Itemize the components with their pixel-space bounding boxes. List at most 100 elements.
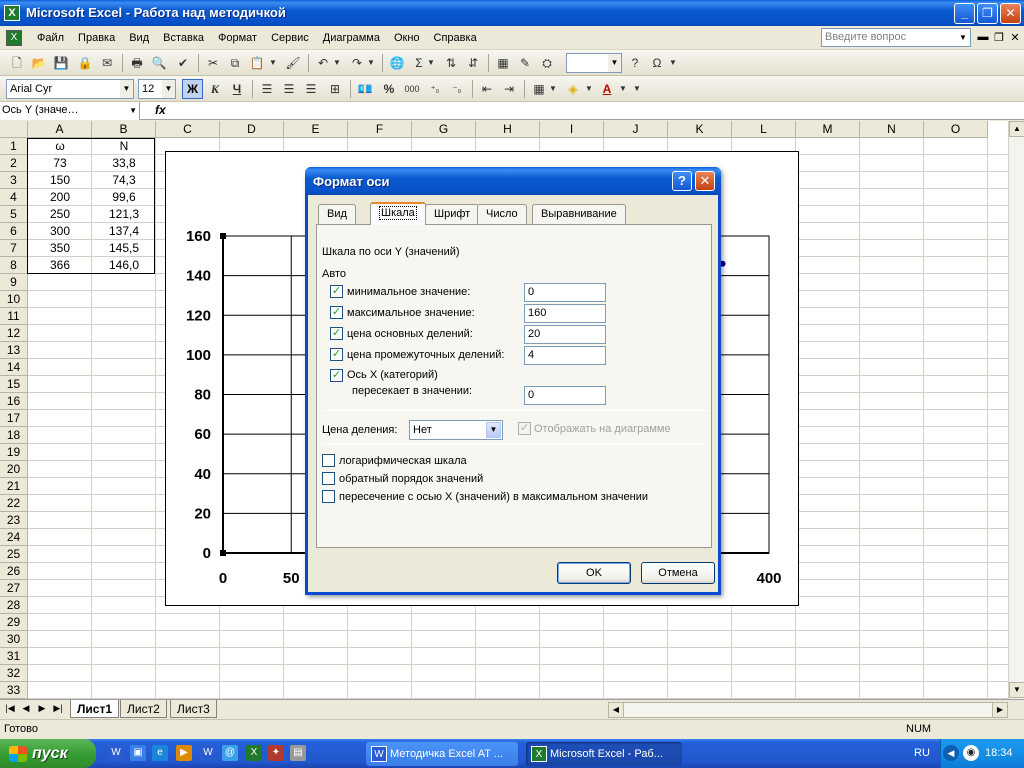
chevron-down-icon[interactable]: ▼: [129, 102, 137, 119]
scroll-up-icon[interactable]: ▲: [1009, 121, 1024, 137]
row-header[interactable]: 20: [0, 461, 28, 478]
map-icon[interactable]: ⛭: [538, 54, 556, 72]
table-cell[interactable]: 145,5: [92, 240, 156, 257]
row-header[interactable]: 30: [0, 631, 28, 648]
thousands-button[interactable]: 000: [402, 80, 422, 98]
minimize-button[interactable]: _: [954, 3, 975, 24]
column-header[interactable]: C: [156, 121, 220, 138]
email-icon[interactable]: ✉: [98, 54, 116, 72]
italic-button[interactable]: К: [206, 80, 224, 98]
borders-icon[interactable]: ▦: [530, 80, 548, 98]
column-header[interactable]: E: [284, 121, 348, 138]
last-sheet-icon[interactable]: ▶|: [52, 703, 64, 714]
row-header[interactable]: 25: [0, 546, 28, 563]
max-value-input[interactable]: 160: [524, 304, 606, 323]
table-cell[interactable]: 300: [28, 223, 92, 240]
row-header[interactable]: 21: [0, 478, 28, 495]
spelling-icon[interactable]: ✔: [174, 54, 192, 72]
scroll-down-icon[interactable]: ▼: [1009, 682, 1024, 698]
save-icon[interactable]: 💾: [52, 54, 70, 72]
undo-icon[interactable]: ↶: [314, 54, 332, 72]
excel-quicklaunch-icon[interactable]: X: [246, 745, 262, 761]
sheet-tab-3[interactable]: Лист3: [170, 700, 217, 718]
clock[interactable]: 18:34: [985, 747, 1013, 759]
table-cell[interactable]: 33,8: [92, 155, 156, 172]
row-header[interactable]: 3: [0, 172, 28, 189]
log-scale-checkbox[interactable]: [322, 454, 335, 467]
column-header[interactable]: D: [220, 121, 284, 138]
tab-patterns[interactable]: Вид: [318, 204, 356, 224]
table-cell[interactable]: 121,3: [92, 206, 156, 223]
media-player-icon[interactable]: ▶: [176, 745, 192, 761]
restore-button[interactable]: ❐: [977, 3, 998, 24]
font-color-chevron-icon[interactable]: ▼: [618, 80, 628, 98]
table-cell[interactable]: 250: [28, 206, 92, 223]
menu-file[interactable]: Файл: [30, 26, 71, 50]
table-cell[interactable]: 366: [28, 257, 92, 274]
table-cell[interactable]: 150: [28, 172, 92, 189]
ie-icon[interactable]: e: [152, 745, 168, 761]
permission-icon[interactable]: 🔒: [76, 54, 94, 72]
row-header[interactable]: 15: [0, 376, 28, 393]
max-auto-checkbox[interactable]: ✓: [330, 306, 343, 319]
doc-restore-icon[interactable]: ❐: [992, 31, 1006, 44]
table-cell[interactable]: N: [92, 138, 156, 155]
column-header[interactable]: M: [796, 121, 860, 138]
table-cell[interactable]: 200: [28, 189, 92, 206]
tray-expand-icon[interactable]: ◀: [943, 745, 959, 761]
dialog-close-button[interactable]: ✕: [695, 171, 715, 191]
menu-help[interactable]: Справка: [427, 26, 484, 50]
row-header[interactable]: 22: [0, 495, 28, 512]
new-file-icon[interactable]: 🗋: [8, 54, 26, 72]
menu-tools[interactable]: Сервис: [264, 26, 316, 50]
table-cell[interactable]: ω: [28, 138, 92, 155]
tab-scale[interactable]: Шкала: [370, 202, 426, 225]
cancel-button[interactable]: Отмена: [641, 562, 715, 584]
row-header[interactable]: 10: [0, 291, 28, 308]
table-cell[interactable]: 74,3: [92, 172, 156, 189]
row-header[interactable]: 6: [0, 223, 28, 240]
bold-button[interactable]: Ж: [182, 79, 203, 99]
row-header[interactable]: 23: [0, 512, 28, 529]
crosses-at-input[interactable]: 0: [524, 386, 606, 405]
percent-button[interactable]: %: [380, 80, 398, 98]
close-button[interactable]: ✕: [1000, 3, 1021, 24]
workbook-icon[interactable]: X: [6, 30, 22, 46]
row-header[interactable]: 4: [0, 189, 28, 206]
tab-font[interactable]: Шрифт: [425, 204, 480, 224]
row-header[interactable]: 13: [0, 342, 28, 359]
redo-chevron-icon[interactable]: ▼: [366, 54, 376, 72]
font-name-combo[interactable]: Arial Cyr ▼: [6, 79, 134, 99]
excel-app-icon[interactable]: X: [4, 5, 20, 21]
task-excel[interactable]: X Microsoft Excel - Раб...: [526, 742, 682, 766]
row-header[interactable]: 11: [0, 308, 28, 325]
prev-sheet-icon[interactable]: ◀: [20, 703, 32, 714]
toolbar-options-icon[interactable]: ▼: [668, 54, 678, 72]
reverse-order-checkbox[interactable]: [322, 472, 335, 485]
insert-function-icon[interactable]: fx: [155, 102, 166, 119]
font-size-combo[interactable]: 12 ▼: [138, 79, 176, 99]
chevron-down-icon[interactable]: ▼: [486, 422, 501, 438]
row-header[interactable]: 24: [0, 529, 28, 546]
column-header[interactable]: A: [28, 121, 92, 138]
row-header[interactable]: 5: [0, 206, 28, 223]
row-header[interactable]: 17: [0, 410, 28, 427]
row-header[interactable]: 26: [0, 563, 28, 580]
min-value-input[interactable]: 0: [524, 283, 606, 302]
scroll-left-icon[interactable]: ◀: [608, 702, 624, 718]
row-header[interactable]: 9: [0, 274, 28, 291]
row-header[interactable]: 32: [0, 665, 28, 682]
row-header[interactable]: 18: [0, 427, 28, 444]
horizontal-scrollbar[interactable]: ◀ ▶: [608, 702, 1008, 718]
fill-color-icon[interactable]: ◈: [564, 80, 582, 98]
row-header[interactable]: 2: [0, 155, 28, 172]
office-assistant-icon[interactable]: Ω: [648, 54, 666, 72]
tab-number[interactable]: Число: [477, 204, 527, 224]
paste-chevron-icon[interactable]: ▼: [268, 54, 278, 72]
sort-asc-icon[interactable]: ⇅: [442, 54, 460, 72]
dialog-help-button[interactable]: ?: [672, 171, 692, 191]
task-word-document[interactable]: W Методичка Excel AT ...: [366, 742, 518, 766]
column-header[interactable]: N: [860, 121, 924, 138]
table-cell[interactable]: 146,0: [92, 257, 156, 274]
menu-format[interactable]: Формат: [211, 26, 264, 50]
